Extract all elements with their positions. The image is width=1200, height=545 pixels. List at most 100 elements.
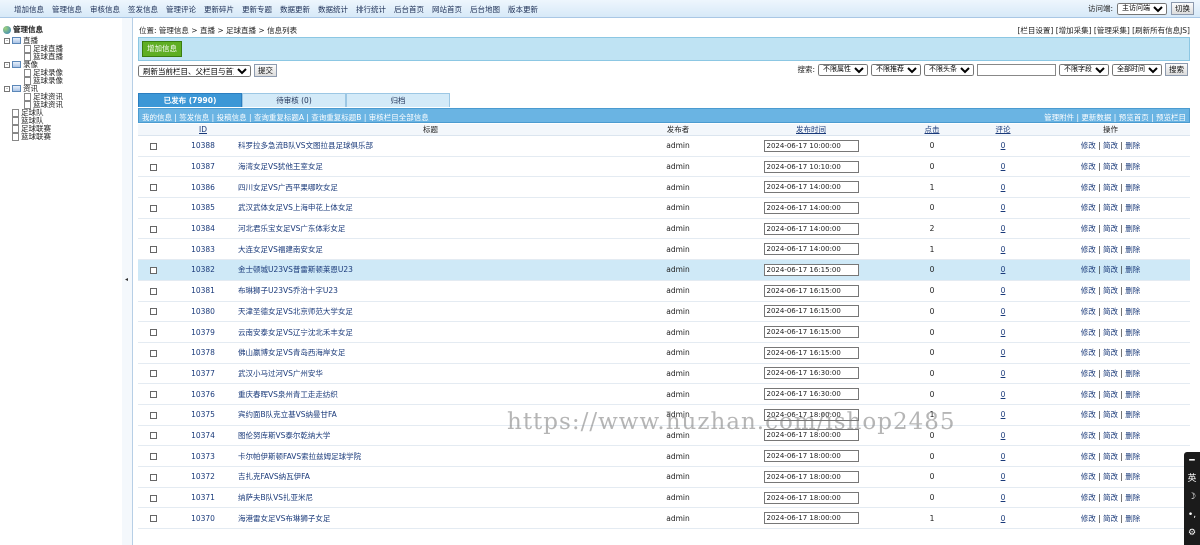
row-comments[interactable]: 0 (975, 466, 1031, 488)
delete-link[interactable]: 删除 (1125, 265, 1140, 274)
edit-link[interactable]: 修改 (1081, 265, 1096, 274)
simple-edit-link[interactable]: 简改 (1103, 224, 1118, 233)
row-checkbox[interactable] (149, 142, 157, 150)
simple-edit-link[interactable]: 简改 (1103, 493, 1118, 502)
edit-link[interactable]: 修改 (1081, 514, 1096, 523)
row-id[interactable]: 10375 (168, 404, 238, 426)
row-title[interactable]: 金士顿城U23VS普雷斯顿莱恩U23 (238, 259, 623, 281)
attr-select[interactable]: 不限属性 (818, 63, 868, 76)
simple-edit-link[interactable]: 简改 (1103, 390, 1118, 399)
row-comments[interactable]: 0 (975, 363, 1031, 385)
row-comments[interactable]: 0 (975, 259, 1031, 281)
row-title[interactable]: 宾约面B队克立基VS纳曼甘FA (238, 404, 623, 426)
top-nav-item[interactable]: 增加信息 (14, 4, 44, 15)
col-time[interactable]: 发布时间 (733, 124, 889, 136)
delete-link[interactable]: 删除 (1125, 328, 1140, 337)
edit-link[interactable]: 修改 (1081, 245, 1096, 254)
delete-link[interactable]: 删除 (1125, 452, 1140, 461)
row-id[interactable]: 10381 (168, 280, 238, 302)
row-checkbox[interactable] (149, 184, 157, 192)
row-time-input[interactable]: 2024-06-17 18:00:00 (763, 429, 859, 442)
delete-link[interactable]: 删除 (1125, 390, 1140, 399)
collapse-toggle-icon[interactable]: - (4, 61, 10, 68)
row-comments[interactable]: 0 (975, 197, 1031, 219)
row-time-input[interactable]: 2024-06-17 18:00:00 (763, 408, 859, 421)
row-id[interactable]: 10377 (168, 363, 238, 385)
row-id[interactable]: 10378 (168, 342, 238, 364)
row-time-input[interactable]: 2024-06-17 18:00:00 (763, 491, 859, 504)
simple-edit-link[interactable]: 简改 (1103, 203, 1118, 212)
collapse-toggle-icon[interactable]: - (4, 37, 10, 44)
row-title[interactable]: 卡尔帕伊斯顿FAVS索拉兹姆足球学院 (238, 445, 623, 467)
row-time-input[interactable]: 2024-06-17 10:00:00 (763, 139, 859, 152)
refresh-select[interactable]: 刷新当前栏目、父栏目与首页 (138, 64, 251, 77)
edit-link[interactable]: 修改 (1081, 493, 1096, 502)
edit-link[interactable]: 修改 (1081, 183, 1096, 192)
row-comments[interactable]: 0 (975, 404, 1031, 426)
simple-edit-link[interactable]: 简改 (1103, 348, 1118, 357)
row-title[interactable]: 河北君乐宝女足VS广东体彩女足 (238, 218, 623, 240)
row-title[interactable]: 海港雷女足VS布琳狮子女足 (238, 507, 623, 530)
delete-link[interactable]: 删除 (1125, 183, 1140, 192)
time-select[interactable]: 全部时间 (1112, 63, 1162, 76)
row-checkbox[interactable] (149, 163, 157, 171)
row-title[interactable]: 图伦努库斯VS泰尔乾纳大学 (238, 425, 623, 447)
row-time-input[interactable]: 2024-06-17 14:00:00 (763, 243, 859, 256)
simple-edit-link[interactable]: 简改 (1103, 183, 1118, 192)
field-select[interactable]: 不限字段 (1059, 63, 1109, 76)
edit-link[interactable]: 修改 (1081, 328, 1096, 337)
row-time-input[interactable]: 2024-06-17 16:15:00 (763, 305, 859, 318)
row-title[interactable]: 海湾女足VS犹他王室女足 (238, 156, 623, 178)
top-nav-item[interactable]: 后台首页 (394, 4, 424, 15)
row-id[interactable]: 10386 (168, 176, 238, 199)
row-id[interactable]: 10384 (168, 218, 238, 240)
row-comments[interactable]: 0 (975, 135, 1031, 157)
row-checkbox[interactable] (149, 308, 157, 316)
top-nav-item[interactable]: 网站首页 (432, 4, 462, 15)
row-checkbox[interactable] (149, 246, 157, 254)
row-id[interactable]: 10382 (168, 259, 238, 281)
headline-select[interactable]: 不限头条 (924, 63, 974, 76)
top-nav-item[interactable]: 数据统计 (318, 4, 348, 15)
delete-link[interactable]: 删除 (1125, 141, 1140, 150)
list-filter-links[interactable]: 我的信息 | 签发信息 | 投稿信息 | 查询重复标题A | 查询重复标题B |… (142, 112, 429, 123)
delete-link[interactable]: 删除 (1125, 245, 1140, 254)
row-checkbox[interactable] (149, 411, 157, 419)
ime-toolbar[interactable]: ━ 英 ☽ •, ⚙ (1184, 452, 1200, 545)
row-id[interactable]: 10388 (168, 135, 238, 157)
row-id[interactable]: 10376 (168, 383, 238, 405)
recommend-select[interactable]: 不限推荐 (871, 63, 921, 76)
top-nav-item[interactable]: 后台地图 (470, 4, 500, 15)
search-input[interactable] (977, 63, 1056, 76)
row-time-input[interactable]: 2024-06-17 14:00:00 (763, 201, 859, 214)
row-time-input[interactable]: 2024-06-17 16:30:00 (763, 367, 859, 380)
simple-edit-link[interactable]: 简改 (1103, 286, 1118, 295)
edit-link[interactable]: 修改 (1081, 452, 1096, 461)
row-checkbox[interactable] (149, 391, 157, 399)
delete-link[interactable]: 删除 (1125, 493, 1140, 502)
row-id[interactable]: 10380 (168, 301, 238, 323)
delete-link[interactable]: 删除 (1125, 162, 1140, 171)
visit-select[interactable]: 主访问端 (1117, 2, 1167, 15)
delete-link[interactable]: 删除 (1125, 514, 1140, 523)
row-title[interactable]: 科罗拉多急流B队VS文图拉县足球俱乐部 (238, 135, 623, 157)
row-time-input[interactable]: 2024-06-17 16:30:00 (763, 388, 859, 401)
top-nav-item[interactable]: 版本更新 (508, 4, 538, 15)
row-checkbox[interactable] (149, 494, 157, 502)
ime-settings-icon[interactable]: ⚙ (1184, 524, 1200, 542)
simple-edit-link[interactable]: 简改 (1103, 514, 1118, 523)
simple-edit-link[interactable]: 简改 (1103, 245, 1118, 254)
collapse-arrow-icon[interactable]: ◂ (125, 276, 128, 283)
simple-edit-link[interactable]: 简改 (1103, 431, 1118, 440)
row-comments[interactable]: 0 (975, 176, 1031, 199)
collapse-toggle-icon[interactable]: - (4, 85, 10, 92)
edit-link[interactable]: 修改 (1081, 203, 1096, 212)
row-checkbox[interactable] (149, 287, 157, 295)
row-id[interactable]: 10385 (168, 197, 238, 219)
edit-link[interactable]: 修改 (1081, 141, 1096, 150)
add-info-button[interactable]: 增加信息 (142, 41, 182, 57)
delete-link[interactable]: 删除 (1125, 307, 1140, 316)
row-time-input[interactable]: 2024-06-17 14:00:00 (763, 222, 859, 235)
row-id[interactable]: 10374 (168, 425, 238, 447)
simple-edit-link[interactable]: 简改 (1103, 141, 1118, 150)
